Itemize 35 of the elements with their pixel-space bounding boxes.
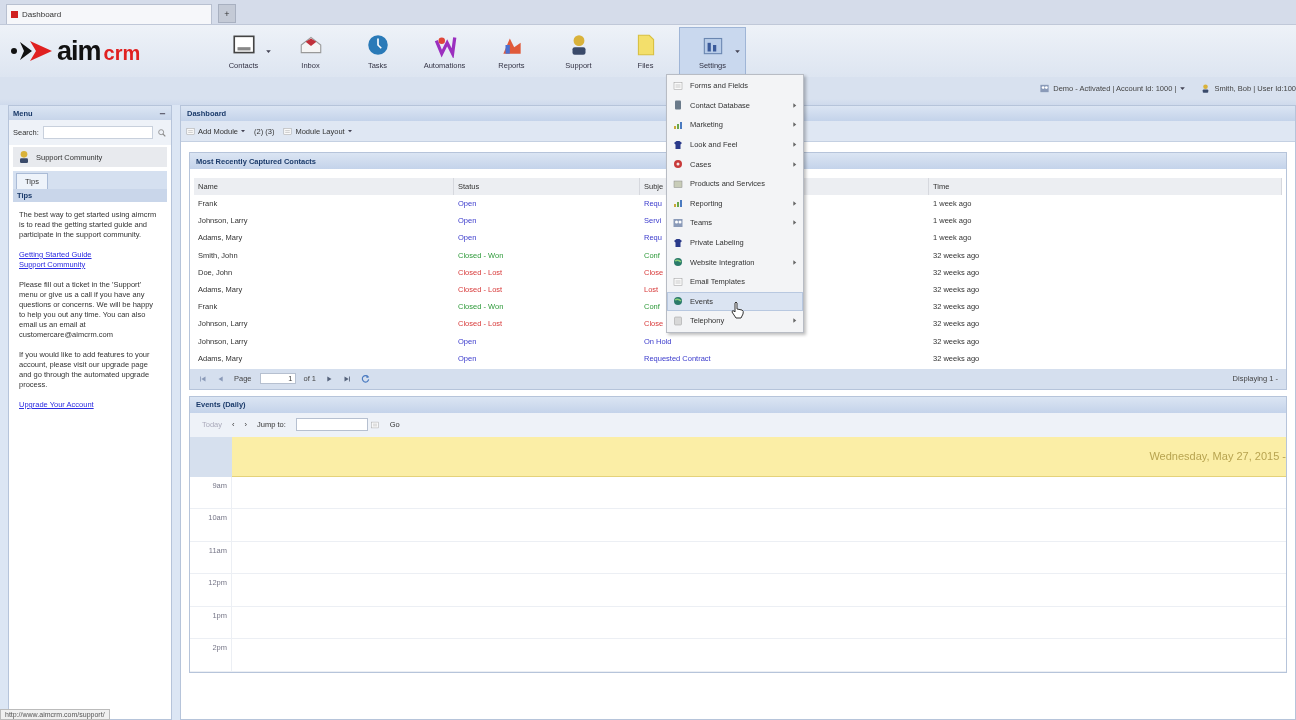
dropdown-caret-icon[interactable]	[346, 128, 353, 134]
dropdown-caret-icon[interactable]	[265, 48, 272, 55]
module-icon	[282, 125, 294, 137]
chart-icon	[672, 119, 684, 131]
logo-text: crm	[103, 42, 141, 65]
dropdown-caret-icon[interactable]	[240, 128, 247, 134]
shirt-icon	[672, 138, 684, 151]
account-icon	[1039, 82, 1051, 94]
chart-icon	[672, 197, 684, 210]
phone-icon	[672, 314, 684, 327]
module-icon	[185, 125, 196, 137]
header-corner	[190, 436, 232, 477]
database-icon	[672, 99, 684, 112]
date-field[interactable]	[295, 418, 368, 432]
dropdown-caret-icon[interactable]	[1179, 84, 1187, 92]
search-icon[interactable]	[157, 127, 167, 138]
dropdown-caret-icon[interactable]	[734, 48, 741, 55]
gear-icon	[672, 158, 684, 171]
logo-text: aim	[57, 35, 101, 67]
shirt-icon	[672, 236, 684, 249]
new-tab-button[interactable]: +	[218, 4, 236, 23]
globe-icon	[672, 256, 684, 269]
search-field[interactable]	[42, 126, 153, 139]
refresh-icon[interactable]	[360, 373, 372, 385]
box-icon	[672, 177, 684, 190]
arrow-mark-icon	[10, 38, 54, 64]
browser-tab[interactable]: Dashboard	[6, 4, 212, 24]
globe-icon	[672, 295, 684, 308]
tab-title: Dashboard	[22, 10, 62, 19]
favicon-icon	[11, 11, 18, 18]
form-icon	[672, 79, 684, 92]
day-header: Wednesday, May 27, 2015 -	[232, 436, 1286, 477]
people-icon	[672, 216, 684, 229]
form-icon	[672, 275, 684, 288]
hand-cursor-icon	[731, 301, 745, 319]
